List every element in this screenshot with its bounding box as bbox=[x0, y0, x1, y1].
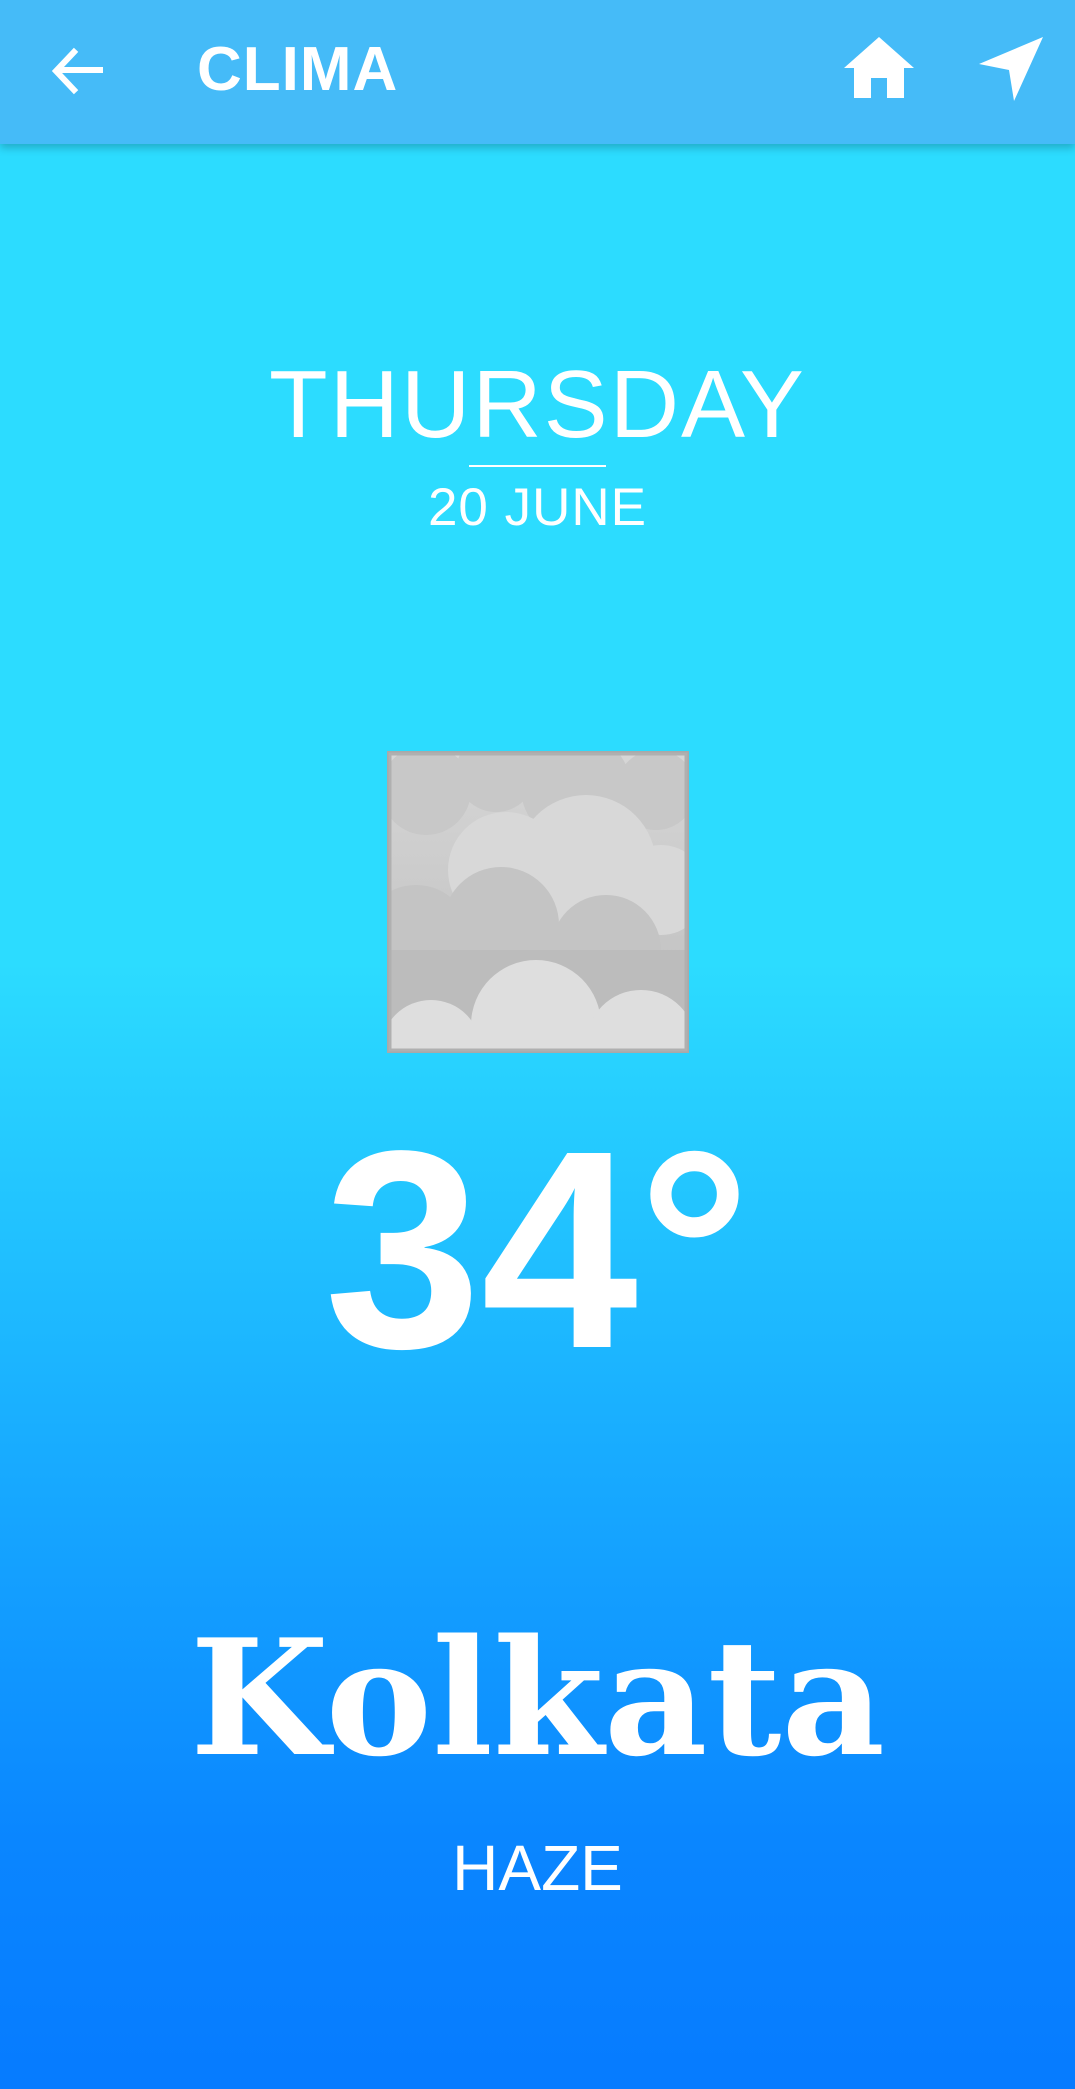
app-bar: CLIMA bbox=[0, 0, 1075, 144]
date-label: 20 JUNE bbox=[427, 478, 648, 537]
day-of-week: THURSDAY bbox=[269, 351, 806, 458]
home-button[interactable] bbox=[842, 34, 916, 104]
temperature: 34° bbox=[324, 1092, 751, 1407]
weather-condition: HAZE bbox=[452, 1832, 623, 1904]
home-icon bbox=[844, 37, 914, 98]
location-button[interactable] bbox=[976, 34, 1046, 104]
navigation-arrow-icon bbox=[979, 37, 1043, 101]
app-title: CLIMA bbox=[197, 35, 399, 104]
city-name: Kolkata bbox=[189, 1604, 886, 1792]
haze-clouds-icon bbox=[386, 750, 690, 1054]
back-button[interactable] bbox=[44, 40, 108, 104]
arrow-back-icon bbox=[51, 47, 103, 95]
date-divider bbox=[469, 465, 606, 467]
